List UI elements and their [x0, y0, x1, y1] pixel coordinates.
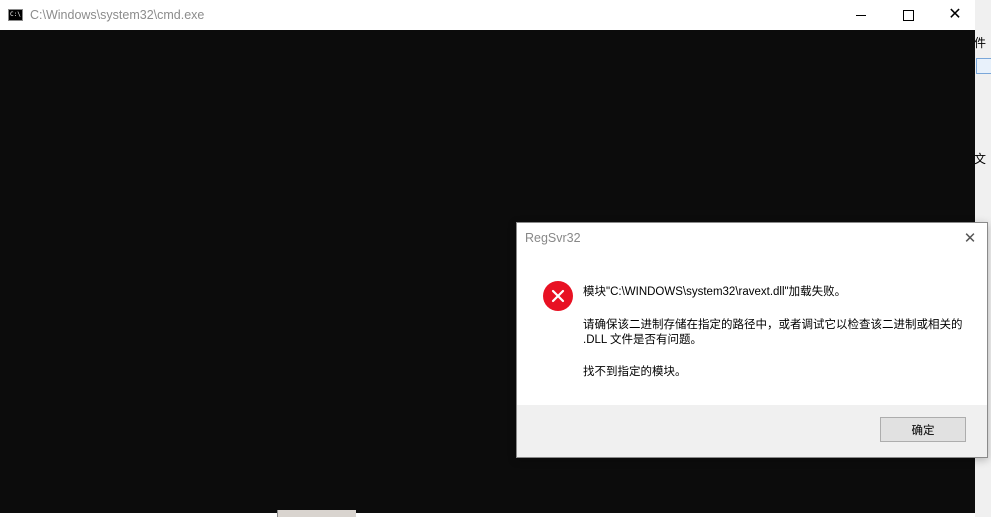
background-folder-icon: [976, 58, 991, 74]
maximize-icon: [902, 9, 914, 21]
maximize-button[interactable]: [885, 0, 931, 30]
error-message-main: 模块"C:\WINDOWS\system32\ravext.dll"加载失败。: [583, 286, 847, 298]
error-icon: [543, 281, 573, 311]
dialog-title: RegSvr32: [525, 231, 581, 245]
background-image-fragment: [277, 510, 356, 517]
close-icon: ✕: [948, 6, 962, 23]
ok-button[interactable]: 确定: [880, 417, 966, 442]
dialog-close-button[interactable]: ✕: [953, 223, 987, 253]
cmd-window-title: C:\Windows\system32\cmd.exe: [30, 8, 205, 22]
error-message-detail-line2: .DLL 文件是否有问题。: [583, 334, 703, 346]
error-message-reason: 找不到指定的模块。: [583, 366, 687, 378]
bottom-strip: [0, 513, 975, 517]
close-button[interactable]: ✕: [932, 0, 978, 30]
regsvr32-dialog: RegSvr32 ✕ 模块"C:\WINDOWS\system32\ravext…: [516, 222, 988, 458]
minimize-icon: [856, 14, 866, 16]
dialog-footer: 确定: [517, 405, 987, 457]
cmd-titlebar[interactable]: C:\ C:\Windows\system32\cmd.exe ✕: [0, 0, 975, 30]
cmd-app-icon: C:\: [8, 9, 23, 21]
error-message-detail-line1: 请确保该二进制存储在指定的路径中，或者调试它以检查该二进制或相关的: [583, 319, 963, 331]
close-icon: ✕: [963, 230, 977, 247]
minimize-button[interactable]: [838, 0, 884, 30]
dialog-titlebar[interactable]: RegSvr32 ✕: [517, 223, 987, 253]
